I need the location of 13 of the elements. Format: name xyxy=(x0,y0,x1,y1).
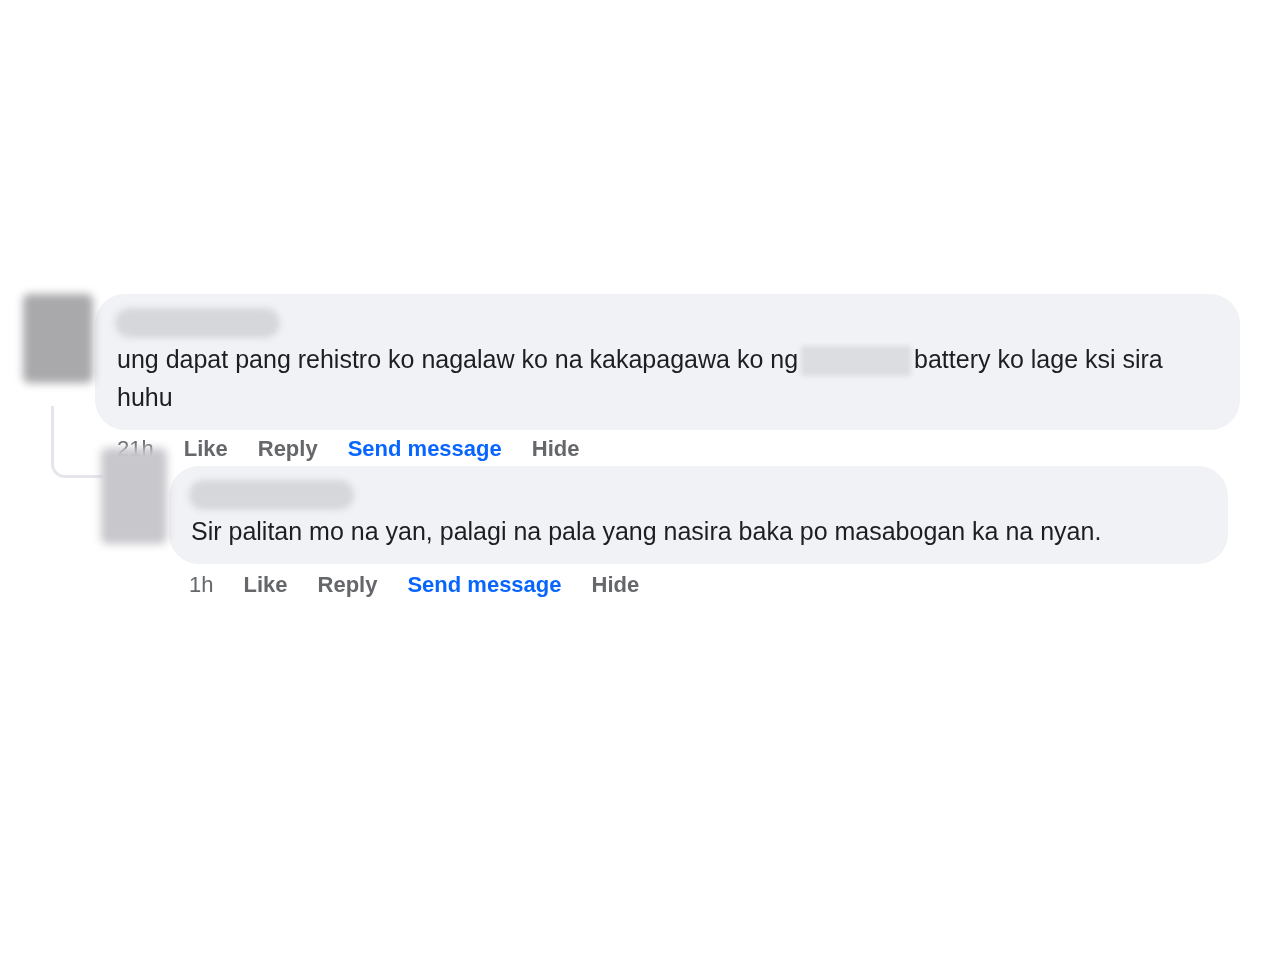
action-link[interactable]: Reply xyxy=(257,431,318,465)
action-link[interactable]: Like xyxy=(183,431,228,465)
timestamp: 1h xyxy=(189,570,214,599)
comment-text: Sir palitan mo na yan, palagi na pala yang nasira baka po masabogan ka na nyan. xyxy=(190,516,1103,547)
action-link[interactable]: Like xyxy=(243,567,288,601)
send-message-link[interactable]: Send message xyxy=(407,567,562,601)
timestamp: 21h xyxy=(117,434,154,463)
action-link[interactable]: Hide xyxy=(591,567,640,601)
avatar[interactable] xyxy=(23,294,93,383)
action-link[interactable]: Hide xyxy=(531,431,580,465)
comment-text: ung dapat pang rehistro ko nagalaw ko na kakapagawa ko ng battery ko lage ksi sira huhu xyxy=(116,344,1164,413)
send-message-link[interactable]: Send message xyxy=(347,431,502,465)
action-link[interactable]: Reply xyxy=(317,567,378,601)
